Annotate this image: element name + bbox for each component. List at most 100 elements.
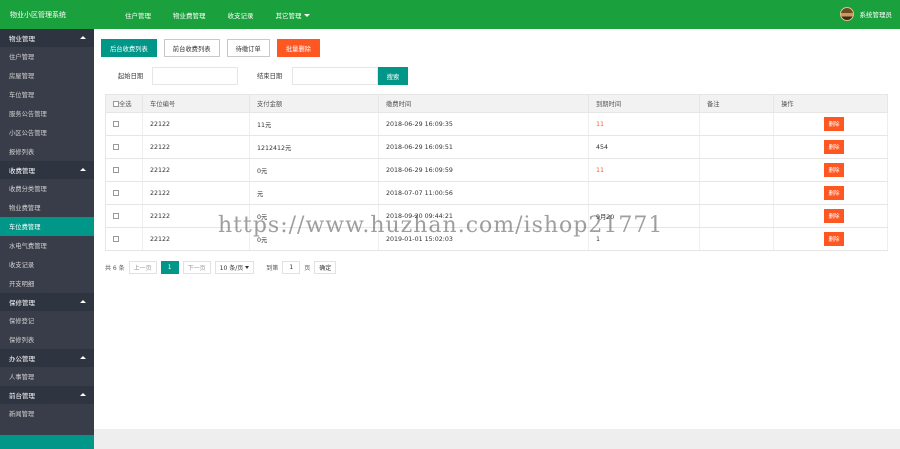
sidebar-item[interactable]: 住户管理: [0, 47, 94, 66]
cell-due-time: 11: [588, 158, 700, 182]
topnav-property-fee[interactable]: 物业费管理: [162, 10, 217, 20]
sidebar-item[interactable]: 车位管理: [0, 85, 94, 104]
topnav-residents[interactable]: 住户管理: [114, 10, 162, 20]
sidebar-item[interactable]: 车位费管理: [0, 217, 94, 236]
sidebar-item[interactable]: 房屋管理: [0, 66, 94, 85]
toolbar: 后台收费列表 前台收费列表 待缴订单 批量删除: [101, 39, 320, 57]
sidebar-item[interactable]: 物业费管理: [0, 198, 94, 217]
fee-table: 全选 车位编号 支付金额 缴费时间 到期时间 备注 操作 22122 11元 201…: [105, 94, 888, 251]
sidebar-group-1[interactable]: 收费管理: [0, 161, 94, 179]
cell-actions: 删除: [773, 158, 888, 182]
delete-button[interactable]: 删除: [824, 232, 844, 246]
table-header-row: 全选 车位编号 支付金额 缴费时间 到期时间 备注 操作: [105, 94, 888, 113]
delete-button[interactable]: 删除: [824, 209, 844, 223]
delete-button[interactable]: 删除: [824, 140, 844, 154]
topnav-income-records[interactable]: 收支记录: [217, 10, 265, 20]
delete-button[interactable]: 删除: [824, 117, 844, 131]
prev-page-button[interactable]: 上一页: [128, 260, 157, 274]
goto-confirm-button[interactable]: 确定: [314, 260, 337, 274]
row-checkbox[interactable]: [113, 235, 119, 242]
filter-bar: 起始日期 结束日期 搜索: [94, 67, 900, 85]
delete-button[interactable]: 删除: [824, 163, 844, 177]
cell-select: [105, 181, 143, 205]
table-row: 22122 1212412元 2018-06-29 16:09:51 454 删除: [105, 135, 888, 159]
chevron-up-icon: [80, 393, 86, 396]
cell-note: [699, 158, 774, 182]
sidebar-group-4[interactable]: 前台管理: [0, 386, 94, 404]
row-checkbox[interactable]: [113, 212, 119, 219]
cell-amount: 11元: [249, 112, 379, 136]
cell-paid-time: 2018-06-29 16:09:51: [378, 135, 589, 159]
row-checkbox[interactable]: [113, 166, 119, 173]
chevron-up-icon: [80, 36, 86, 39]
app-title: 物业小区管理系统: [10, 10, 66, 19]
sidebar-group-3[interactable]: 办公管理: [0, 349, 94, 367]
cell-amount: 0元: [249, 227, 379, 251]
frontend-fee-list-button[interactable]: 前台收费列表: [163, 39, 220, 57]
start-date-input[interactable]: [152, 67, 238, 85]
cell-select: [105, 112, 143, 136]
sidebar-item[interactable]: 服务公告管理: [0, 104, 94, 123]
sidebar-item[interactable]: 保修登记: [0, 311, 94, 330]
top-nav: 住户管理 物业费管理 收支记录 其它管理: [114, 10, 321, 20]
top-bar: 物业小区管理系统 住户管理 物业费管理 收支记录 其它管理 系统管理员: [0, 0, 900, 29]
sidebar-item[interactable]: 水电气费管理: [0, 236, 94, 255]
search-button[interactable]: 搜索: [378, 67, 408, 85]
row-checkbox[interactable]: [113, 143, 119, 150]
row-checkbox[interactable]: [113, 189, 119, 196]
delete-button[interactable]: 删除: [824, 186, 844, 200]
cell-note: [699, 204, 774, 228]
cell-code: 22122: [142, 112, 250, 136]
sidebar-footer-bar: [0, 435, 94, 449]
page-1-button[interactable]: 1: [160, 260, 179, 274]
cell-select: [105, 227, 143, 251]
select-all-header[interactable]: 全选: [105, 94, 143, 113]
sidebar-item[interactable]: 开支明细: [0, 274, 94, 293]
sidebar-item[interactable]: 报修列表: [0, 142, 94, 161]
backend-fee-list-button[interactable]: 后台收费列表: [101, 39, 157, 57]
pagination: 共 6 条 上一页 1 下一页 10 条/页 到第 1 页 确定: [105, 260, 337, 274]
user-name: 系统管理员: [859, 11, 893, 19]
sidebar-group-label: 前台管理: [9, 392, 35, 400]
end-date-label: 结束日期: [257, 73, 283, 80]
sidebar-group-2[interactable]: 保修管理: [0, 293, 94, 311]
row-checkbox[interactable]: [113, 120, 119, 127]
footer: [94, 429, 900, 449]
col-code: 车位编号: [142, 94, 250, 113]
sidebar-item[interactable]: 小区公告管理: [0, 123, 94, 142]
cell-actions: 删除: [773, 135, 888, 159]
page-unit: 页: [304, 264, 311, 272]
sidebar-item[interactable]: 收支记录: [0, 255, 94, 274]
batch-delete-button[interactable]: 批量删除: [276, 39, 320, 57]
sidebar-group-0[interactable]: 物业管理: [0, 29, 94, 47]
cell-due-time: 11: [588, 112, 700, 136]
sidebar: 物业管理 住户管理 房屋管理 车位管理 服务公告管理 小区公告管理 报修列表收费管理收费分类…: [0, 29, 94, 449]
per-page-select[interactable]: 10 条/页: [214, 260, 255, 274]
topnav-other-label: 其它管理: [275, 11, 302, 20]
chevron-up-icon: [80, 300, 86, 303]
chevron-down-icon: [245, 265, 250, 269]
cell-code: 22122: [142, 135, 250, 159]
cell-note: [699, 112, 774, 136]
sidebar-item[interactable]: 人事管理: [0, 367, 94, 386]
sidebar-item[interactable]: 新闻管理: [0, 404, 94, 423]
sidebar-item[interactable]: 保修列表: [0, 330, 94, 349]
chevron-up-icon: [80, 356, 86, 359]
start-date-label: 起始日期: [118, 73, 144, 80]
topnav-other[interactable]: 其它管理: [265, 10, 321, 20]
cell-actions: 删除: [773, 181, 888, 205]
goto-page-input[interactable]: 1: [282, 260, 301, 274]
table-row: 22122 11元 2018-06-29 16:09:35 11 删除: [105, 112, 888, 136]
avatar: [839, 7, 854, 21]
sidebar-group-label: 收费管理: [9, 167, 35, 175]
cell-amount: 元: [249, 181, 379, 205]
user-menu[interactable]: 系统管理员: [839, 7, 893, 21]
main-content: 后台收费列表 前台收费列表 待缴订单 批量删除 起始日期 结束日期 搜索 全选 …: [94, 29, 900, 429]
sidebar-item[interactable]: 收费分类管理: [0, 179, 94, 198]
next-page-button[interactable]: 下一页: [182, 260, 211, 274]
table-row: 22122 元 2018-07-07 11:00:56 删除: [105, 181, 888, 205]
end-date-input[interactable]: [292, 67, 378, 85]
pending-orders-button[interactable]: 待缴订单: [226, 39, 270, 57]
cell-code: 22122: [142, 158, 250, 182]
cell-due-time: 454: [588, 135, 700, 159]
